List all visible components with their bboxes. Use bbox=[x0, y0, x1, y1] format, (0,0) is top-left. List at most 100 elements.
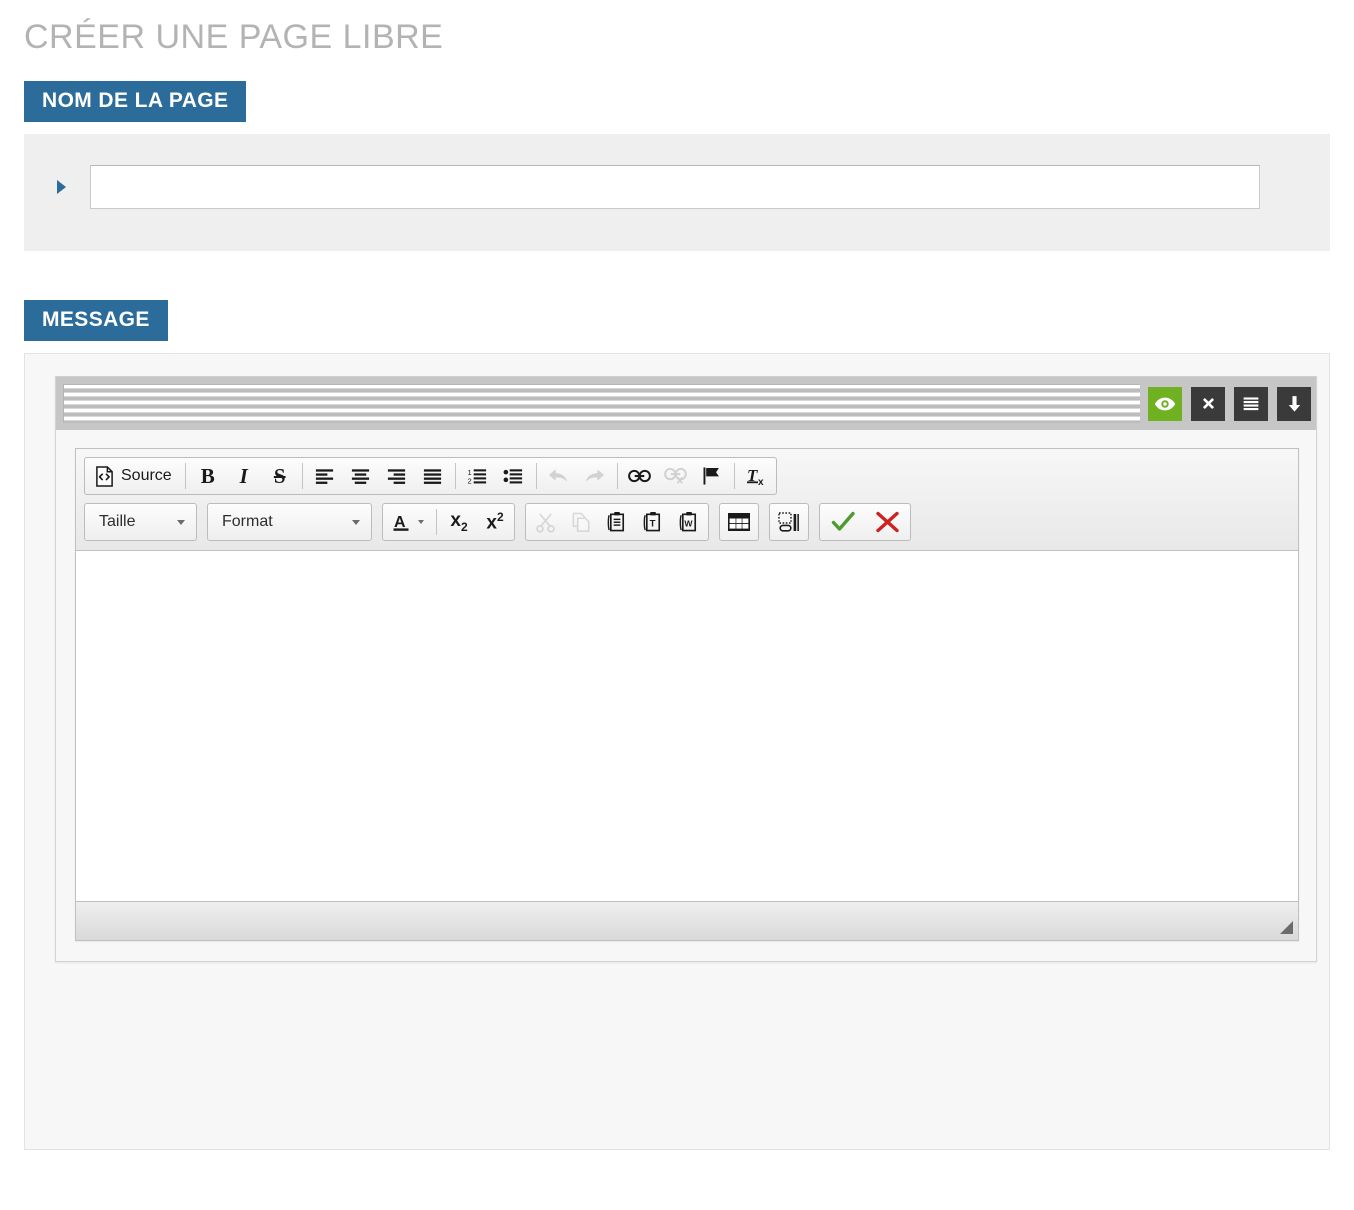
unlink-icon bbox=[664, 467, 688, 484]
superscript-icon: x2 bbox=[486, 509, 504, 534]
toolbar-row-1: Source B I S 1 2 T x bbox=[84, 457, 1298, 495]
chevron-down-icon bbox=[418, 520, 424, 524]
preview-button[interactable] bbox=[1148, 386, 1182, 421]
message-section-header: MESSAGE bbox=[0, 300, 1354, 341]
ckeditor-toolbar: Source B I S 1 2 T x Taille Format A x2 … bbox=[76, 449, 1298, 551]
message-section-panel: Source B I S 1 2 T x Taille Format A x2 … bbox=[24, 353, 1330, 1150]
confirm-check-icon bbox=[831, 511, 855, 531]
move-down-button[interactable] bbox=[1277, 386, 1311, 421]
numbered-list-button[interactable]: 1 2 bbox=[460, 459, 496, 493]
cut-icon bbox=[535, 512, 555, 533]
name-section-panel bbox=[24, 134, 1330, 251]
remove-format-icon: T x bbox=[746, 466, 764, 487]
font-size-label: Taille bbox=[99, 513, 136, 530]
italic-button[interactable]: I bbox=[226, 459, 262, 493]
paste-as-plain-text-button[interactable]: T bbox=[635, 505, 671, 539]
table-icon bbox=[728, 513, 750, 531]
menu-button[interactable] bbox=[1234, 386, 1268, 421]
table-button[interactable] bbox=[721, 505, 757, 539]
paste-as-plain-text-icon: T bbox=[643, 511, 660, 532]
drag-handle[interactable] bbox=[63, 384, 1140, 423]
editor-topbar-buttons bbox=[1148, 386, 1311, 421]
editor-topbar bbox=[56, 377, 1316, 430]
copy-button[interactable] bbox=[563, 505, 599, 539]
paste-button[interactable] bbox=[599, 505, 635, 539]
menu-icon bbox=[1243, 396, 1259, 410]
link-button[interactable] bbox=[622, 459, 658, 493]
toolbar-separator bbox=[535, 463, 537, 489]
strikethrough-button[interactable]: S bbox=[262, 459, 298, 493]
confirm-button[interactable] bbox=[821, 505, 865, 539]
undo-button[interactable] bbox=[541, 459, 577, 493]
editor-content-area[interactable] bbox=[76, 551, 1298, 901]
svg-text:x: x bbox=[758, 477, 764, 487]
font-size-select[interactable]: Taille bbox=[84, 503, 197, 541]
svg-text:T: T bbox=[649, 518, 655, 529]
bulleted-list-button[interactable] bbox=[496, 459, 532, 493]
align-left-icon bbox=[316, 469, 334, 484]
name-field-row bbox=[24, 165, 1330, 209]
source-button-label: Source bbox=[121, 467, 172, 484]
paste-from-word-button[interactable]: W bbox=[671, 505, 707, 539]
subscript-button[interactable]: x2 bbox=[441, 505, 477, 539]
toolbar-group-table bbox=[719, 503, 759, 541]
copy-icon bbox=[572, 512, 589, 532]
toolbar-row-2: Taille Format A x2 x2 T W bbox=[84, 503, 1298, 541]
editor-widget: Source B I S 1 2 T x Taille Format A x2 … bbox=[55, 376, 1317, 962]
toolbar-group-text: A x2 x2 bbox=[382, 503, 515, 541]
format-label: Format bbox=[222, 513, 273, 530]
show-blocks-button[interactable] bbox=[771, 505, 807, 539]
section-label-message: MESSAGE bbox=[24, 300, 168, 341]
section-label-name: NOM DE LA PAGE bbox=[24, 81, 247, 122]
align-left-button[interactable] bbox=[307, 459, 343, 493]
toolbar-separator bbox=[616, 463, 618, 489]
paste-from-word-icon: W bbox=[679, 511, 696, 532]
align-justify-icon bbox=[424, 469, 442, 484]
link-icon bbox=[628, 469, 652, 483]
toolbar-separator bbox=[301, 463, 303, 489]
bold-icon: B bbox=[200, 463, 215, 488]
cut-button[interactable] bbox=[527, 505, 563, 539]
toolbar-separator bbox=[454, 463, 456, 489]
toolbar-group-document: Source B I S 1 2 T x bbox=[84, 457, 777, 495]
cancel-button[interactable] bbox=[865, 505, 909, 539]
toolbar-separator bbox=[436, 509, 437, 535]
delete-button[interactable] bbox=[1191, 386, 1225, 421]
bold-button[interactable]: B bbox=[190, 459, 226, 493]
source-code-icon bbox=[96, 465, 113, 487]
resize-handle-icon[interactable] bbox=[1280, 921, 1293, 934]
align-right-button[interactable] bbox=[379, 459, 415, 493]
text-color-button[interactable]: A bbox=[384, 505, 432, 539]
show-blocks-icon bbox=[777, 511, 799, 532]
anchor-flag-icon bbox=[703, 467, 720, 485]
paste-icon bbox=[607, 511, 624, 532]
toolbar-separator bbox=[184, 463, 186, 489]
ckeditor: Source B I S 1 2 T x Taille Format A x2 … bbox=[75, 448, 1299, 941]
superscript-button[interactable]: x2 bbox=[477, 505, 513, 539]
toolbar-group-blocks bbox=[769, 503, 809, 541]
toolbar-group-clipboard: T W bbox=[525, 503, 709, 541]
align-justify-button[interactable] bbox=[415, 459, 451, 493]
bulleted-list-icon bbox=[503, 469, 523, 484]
name-section-header: NOM DE LA PAGE bbox=[0, 81, 1354, 122]
redo-button[interactable] bbox=[577, 459, 613, 493]
editor-statusbar bbox=[76, 901, 1298, 940]
align-center-button[interactable] bbox=[343, 459, 379, 493]
close-icon bbox=[1202, 397, 1214, 410]
subscript-icon: x2 bbox=[450, 510, 468, 534]
arrow-right-icon bbox=[57, 180, 66, 194]
strikethrough-icon: S bbox=[273, 463, 286, 488]
preview-icon bbox=[1154, 397, 1176, 410]
undo-icon bbox=[549, 469, 568, 482]
format-select[interactable]: Format bbox=[207, 503, 372, 541]
anchor-button[interactable] bbox=[694, 459, 730, 493]
toolbar-separator bbox=[733, 463, 735, 489]
align-center-icon bbox=[352, 469, 370, 484]
svg-text:2: 2 bbox=[468, 477, 472, 485]
chevron-down-icon bbox=[177, 519, 185, 525]
source-button[interactable]: Source bbox=[86, 459, 181, 493]
page-name-input[interactable] bbox=[90, 165, 1260, 209]
remove-format-button[interactable]: T x bbox=[739, 459, 775, 493]
unlink-button[interactable] bbox=[658, 459, 694, 493]
redo-icon bbox=[586, 469, 605, 482]
